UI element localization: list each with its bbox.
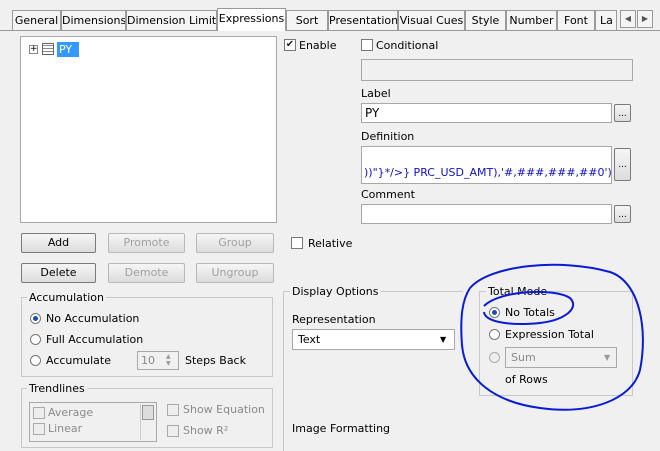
annotation-large-ellipse: [460, 263, 644, 411]
annotation-overlay: [460, 263, 644, 411]
annotation-small-ellipse: [483, 290, 575, 325]
tab-expressions[interactable]: Expressions: [217, 8, 286, 31]
